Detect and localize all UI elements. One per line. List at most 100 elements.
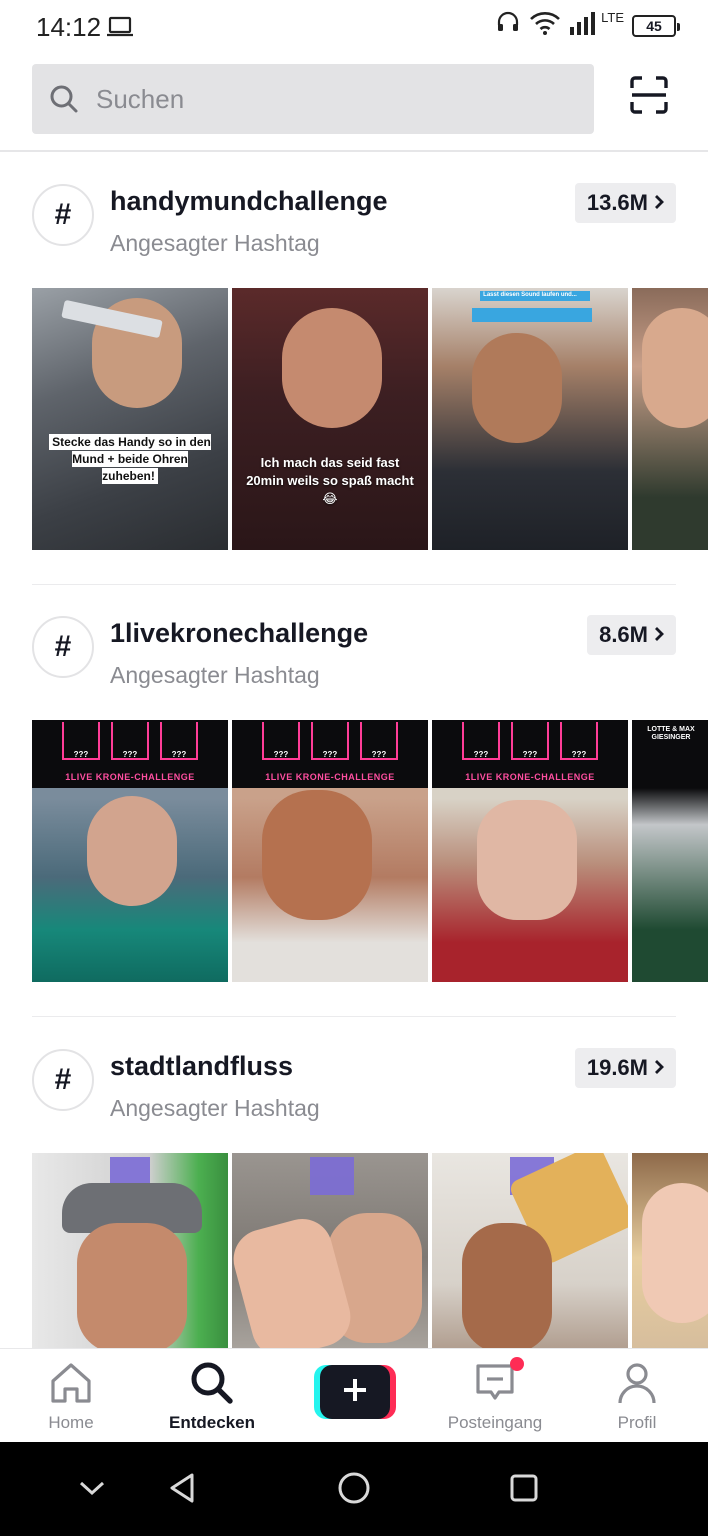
- recents-button[interactable]: [504, 1470, 544, 1510]
- video-thumbnail[interactable]: ??? ??? ??? 1LIVE KRONE-CHALLENGE: [432, 720, 628, 982]
- chevron-right-icon: [654, 1055, 664, 1081]
- thumbnail-caption: Ich mach das seid fast 20min weils so sp…: [246, 455, 414, 507]
- scan-button[interactable]: [624, 72, 674, 122]
- thumbnail-caption: Lasst diesen Sound laufen und...: [483, 292, 577, 298]
- krone-slot-text: ???: [171, 750, 187, 759]
- inbox-icon: [440, 1357, 550, 1407]
- thumbnail-caption: 1LIVE KRONE-CHALLENGE: [465, 772, 595, 782]
- search-bar[interactable]: [32, 64, 594, 134]
- notification-dot: [510, 1357, 524, 1371]
- filter-emblem: [310, 1157, 354, 1195]
- chevron-right-icon: [654, 622, 664, 648]
- header-divider: [0, 150, 708, 152]
- circle-icon: [337, 1471, 371, 1510]
- nav-profile[interactable]: Profil: [582, 1359, 692, 1433]
- thumbnail-figure: [472, 333, 562, 443]
- thumbnail-figure: [462, 1223, 552, 1348]
- square-icon: [509, 1473, 539, 1508]
- thumbnail-figure: [642, 308, 708, 428]
- scan-icon: [629, 75, 669, 120]
- hashtag-subtitle: Angesagter Hashtag: [110, 230, 320, 256]
- system-navigation-bar: [0, 1442, 708, 1536]
- thumbnail-figure: [262, 790, 372, 920]
- hashtag-count: 19.6M: [586, 1055, 648, 1080]
- krone-slot-text: ???: [571, 750, 587, 759]
- video-thumbnail[interactable]: ??? ??? ??? 1LIVE KRONE-CHALLENGE: [32, 720, 228, 982]
- thumbnail-figure: [87, 796, 177, 906]
- krone-slot-text: ???: [473, 750, 489, 759]
- hashtag-count: 8.6M: [599, 622, 648, 647]
- battery-level: 45: [646, 17, 662, 34]
- hashtag-count-button[interactable]: 19.6M: [574, 1048, 676, 1088]
- video-thumbnail[interactable]: Lasst diesen Sound laufen und...: [432, 288, 628, 550]
- krone-banner: ??? ??? ??? 1LIVE KRONE-CHALLENGE: [232, 720, 428, 788]
- hashtag-title[interactable]: 1livekronechallenge: [110, 618, 368, 649]
- status-bar: 14:12 LTE 45: [0, 0, 708, 56]
- krone-slot-text: ???: [273, 750, 289, 759]
- krone-slot-text: ???: [371, 750, 387, 759]
- video-thumbnail[interactable]: [32, 1153, 228, 1348]
- hashtag-count: 13.6M: [586, 190, 648, 215]
- video-thumbnail[interactable]: ??? ??? ??? 1LIVE KRONE-CHALLENGE: [232, 720, 428, 982]
- hashtag-subtitle: Angesagter Hashtag: [110, 662, 320, 688]
- thumbnail-figure: [282, 308, 382, 428]
- krone-banner: ??? ??? ??? 1LIVE KRONE-CHALLENGE: [432, 720, 628, 788]
- search-input[interactable]: [96, 83, 536, 115]
- nav-home[interactable]: Home: [16, 1359, 126, 1433]
- video-thumbnail[interactable]: [432, 1153, 628, 1348]
- thumbnail-figure: [477, 800, 577, 920]
- hashtag-icon: #: [32, 616, 94, 678]
- section-divider: [32, 1016, 676, 1017]
- thumbnail-caption: 1LIVE KRONE-CHALLENGE: [65, 772, 195, 782]
- nav-discover[interactable]: Entdecken: [157, 1359, 267, 1433]
- nav-profile-label: Profil: [617, 1413, 657, 1432]
- profile-icon: [582, 1359, 692, 1407]
- video-thumbnail[interactable]: [232, 1153, 428, 1348]
- create-button-face: [320, 1365, 390, 1419]
- thumbnail-caption: Stecke das Handy so in den Mund + beide …: [44, 434, 216, 484]
- chevron-right-icon: [654, 190, 664, 216]
- chevron-down-icon: [78, 1479, 106, 1502]
- nav-inbox[interactable]: Posteingang: [440, 1357, 550, 1433]
- battery-icon: 45: [632, 14, 680, 37]
- section-divider: [32, 584, 676, 585]
- collapse-button[interactable]: [72, 1470, 112, 1510]
- laptop-icon: [106, 16, 134, 43]
- create-button[interactable]: [314, 1365, 396, 1419]
- network-type: LTE: [601, 10, 624, 25]
- thumbnail-figure: [642, 1183, 708, 1323]
- bottom-navigation: Home Entdecken Posteingang Profil: [0, 1348, 708, 1442]
- back-button[interactable]: [162, 1470, 202, 1510]
- video-thumbnail[interactable]: Stecke das Handy so in den Mund + beide …: [32, 288, 228, 550]
- hashtag-subtitle: Angesagter Hashtag: [110, 1095, 320, 1121]
- wifi-icon: [529, 10, 561, 41]
- krone-slot-text: ???: [73, 750, 89, 759]
- headset-icon: [495, 10, 521, 41]
- hashtag-count-button[interactable]: 13.6M: [574, 183, 676, 223]
- hashtag-title[interactable]: handymundchallenge: [110, 186, 388, 217]
- nav-inbox-label: Posteingang: [447, 1413, 543, 1432]
- plus-icon: [341, 1376, 369, 1409]
- thumbnail-row: Stecke das Handy so in den Mund + beide …: [32, 288, 708, 550]
- thumbnail-caption: 1LIVE KRONE-CHALLENGE: [265, 772, 395, 782]
- nav-discover-label: Entdecken: [169, 1413, 255, 1432]
- hashtag-icon: #: [32, 184, 94, 246]
- back-triangle-icon: [167, 1472, 197, 1509]
- hashtag-count-button[interactable]: 8.6M: [587, 615, 676, 655]
- thumbnail-row: [32, 1153, 708, 1348]
- thumbnail-figure: [77, 1223, 187, 1348]
- video-thumbnail[interactable]: Ich mach das seid fast 20min weils so sp…: [232, 288, 428, 550]
- video-thumbnail[interactable]: [632, 288, 708, 550]
- nav-home-label: Home: [48, 1413, 94, 1432]
- thumbnail-row: ??? ??? ??? 1LIVE KRONE-CHALLENGE ??? ??…: [32, 720, 708, 982]
- video-thumbnail[interactable]: LOTTE & MAX GIESINGER: [632, 720, 708, 982]
- home-system-button[interactable]: [334, 1470, 374, 1510]
- hashtag-icon: #: [32, 1049, 94, 1111]
- krone-slot-text: ???: [122, 750, 138, 759]
- search-icon: [48, 83, 80, 115]
- video-thumbnail[interactable]: [632, 1153, 708, 1348]
- hashtag-title[interactable]: stadtlandfluss: [110, 1051, 293, 1082]
- thumbnail-text-box: [472, 308, 592, 322]
- krone-slot-text: ???: [322, 750, 338, 759]
- thumbnail-caption: LOTTE & MAX GIESINGER: [647, 726, 695, 742]
